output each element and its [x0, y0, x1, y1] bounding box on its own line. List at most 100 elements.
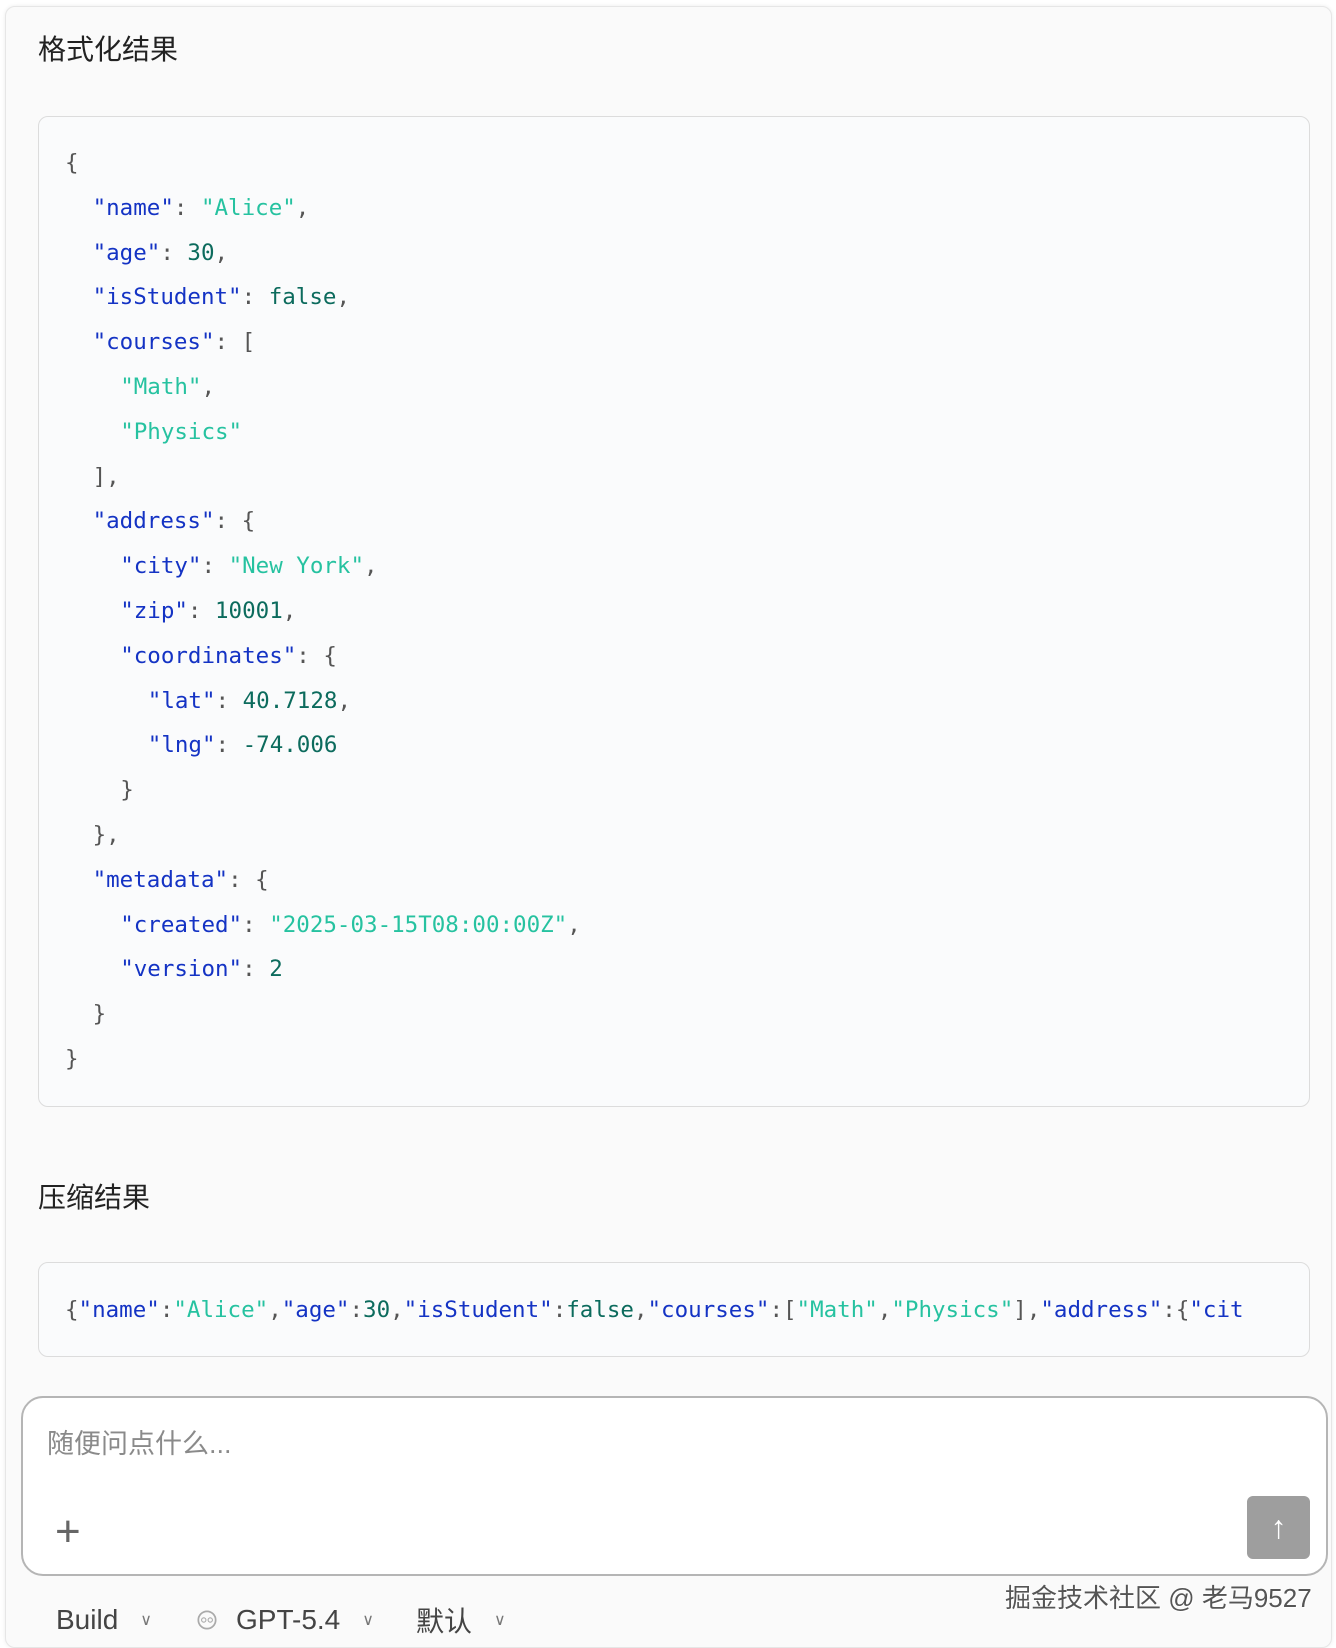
- code-line: }: [65, 1037, 1309, 1082]
- code-line: "lng": -74.006: [65, 723, 1309, 768]
- json-punctuation: :: [241, 284, 269, 311]
- model-label: GPT-5.4: [235, 1604, 341, 1635]
- compressed-json: {"name":"Alice","age":30,"isStudent":fal…: [65, 1263, 1309, 1356]
- json-punctuation: :{: [1162, 1297, 1190, 1323]
- json-punctuation: ],: [92, 463, 120, 490]
- json-value: -74.006: [242, 732, 338, 759]
- json-key: "zip": [120, 597, 188, 624]
- chevron-down-icon: ∨: [362, 1612, 374, 1629]
- composer-toolbar: Build ∨ GPT-5.4 ∨ 默认 ∨: [56, 1600, 548, 1640]
- code-line: "courses": [: [65, 320, 1309, 365]
- json-punctuation: ],: [1013, 1297, 1041, 1323]
- json-string: "Math": [120, 373, 202, 400]
- mode-label: Build: [56, 1604, 119, 1635]
- json-punctuation: }: [92, 1001, 107, 1028]
- json-value: false: [566, 1297, 634, 1323]
- chat-input-placeholder: 随便问点什么...: [47, 1429, 232, 1459]
- code-line: },: [65, 813, 1309, 858]
- json-string: "Alice": [173, 1297, 269, 1323]
- code-line: "created": "2025-03-15T08:00:00Z",: [65, 903, 1309, 948]
- json-punctuation: ,: [201, 373, 216, 400]
- code-line: "Math",: [65, 365, 1309, 410]
- json-key: "isStudent": [92, 284, 242, 311]
- code-line: "address": {: [65, 499, 1309, 544]
- json-punctuation: : [: [214, 329, 256, 356]
- json-punctuation: ,: [390, 1297, 404, 1323]
- json-punctuation: :: [160, 239, 188, 266]
- json-punctuation: ,: [214, 239, 229, 266]
- json-string: "Math": [796, 1297, 878, 1323]
- json-punctuation: ,: [364, 553, 378, 580]
- json-key: "lng": [147, 732, 216, 759]
- code-line: ],: [65, 455, 1309, 500]
- preset-label: 默认: [415, 1606, 472, 1637]
- code-line: "isStudent": false,: [65, 275, 1309, 320]
- json-key: "address": [92, 508, 215, 535]
- code-line: "name": "Alice",: [65, 186, 1309, 231]
- compressed-code-block[interactable]: {"name":"Alice","age":30,"isStudent":fal…: [38, 1262, 1310, 1357]
- formatted-json: {"name": "Alice", "age": 30, "isStudent": …: [65, 141, 1309, 1082]
- json-string: "Physics": [120, 418, 243, 445]
- json-punctuation: ,: [282, 597, 297, 624]
- json-key: "address": [1040, 1297, 1163, 1323]
- json-key: "cit: [1189, 1297, 1244, 1323]
- chevron-down-icon: ∨: [140, 1612, 152, 1629]
- json-key: "created": [120, 911, 243, 938]
- json-punctuation: : {: [228, 866, 269, 893]
- json-punctuation: ,: [337, 687, 351, 714]
- json-punctuation: ,: [633, 1297, 648, 1323]
- model-select[interactable]: GPT-5.4 ∨: [194, 1604, 374, 1636]
- json-value: false: [268, 284, 337, 311]
- json-punctuation: ,: [336, 284, 350, 311]
- watermark: 掘金技术社区 @ 老马9527: [1005, 1583, 1312, 1613]
- json-value: 30: [363, 1297, 391, 1323]
- json-punctuation: :: [201, 553, 229, 580]
- arrow-up-icon: ↑: [1270, 1509, 1287, 1545]
- json-punctuation: {: [65, 150, 79, 176]
- json-punctuation: ,: [877, 1297, 892, 1323]
- json-punctuation: : {: [296, 642, 337, 669]
- json-punctuation: :: [349, 1297, 364, 1323]
- json-string: "2025-03-15T08:00:00Z": [269, 911, 568, 938]
- json-key: "version": [120, 956, 243, 983]
- json-punctuation: :: [242, 956, 270, 983]
- code-line: "coordinates": {: [65, 634, 1309, 679]
- json-punctuation: :: [215, 732, 243, 759]
- formatted-title: 格式化结果: [38, 34, 179, 65]
- code-line: "lat": 40.7128,: [65, 679, 1309, 724]
- json-punctuation: :: [552, 1297, 567, 1323]
- json-punctuation: :: [187, 597, 216, 624]
- send-button[interactable]: ↑: [1247, 1496, 1310, 1559]
- code-line: }: [65, 768, 1309, 813]
- json-punctuation: }: [120, 777, 134, 804]
- json-punctuation: :[: [769, 1297, 797, 1323]
- json-punctuation: :: [242, 911, 270, 938]
- json-punctuation: :: [159, 1297, 174, 1323]
- json-key: "courses": [92, 329, 215, 356]
- json-key: "isStudent": [403, 1297, 553, 1323]
- json-value: 2: [269, 956, 283, 983]
- code-line: "metadata": {: [65, 858, 1309, 903]
- code-line: "city": "New York",: [65, 544, 1309, 589]
- json-punctuation: ,: [567, 911, 581, 938]
- json-key: "age": [281, 1297, 350, 1323]
- json-value: 10001: [215, 597, 283, 624]
- mode-select[interactable]: Build ∨: [56, 1604, 152, 1636]
- code-line: "zip": 10001,: [65, 589, 1309, 634]
- code-line: "version": 2: [65, 947, 1309, 992]
- json-string: "Physics": [891, 1297, 1014, 1323]
- json-value: 40.7128: [242, 687, 338, 714]
- compressed-title: 压缩结果: [38, 1182, 151, 1213]
- json-punctuation: ,: [295, 194, 310, 221]
- json-key: "age": [92, 239, 161, 266]
- plus-icon[interactable]: +: [55, 1510, 81, 1554]
- preset-select[interactable]: 默认 ∨: [416, 1600, 506, 1640]
- json-punctuation: :: [215, 687, 243, 714]
- code-line: "Physics": [65, 410, 1309, 455]
- json-key: "name": [78, 1297, 160, 1323]
- json-key: "metadata": [92, 866, 229, 893]
- chat-input[interactable]: 随便问点什么... + ↑: [21, 1396, 1328, 1576]
- json-value: 30: [187, 239, 215, 266]
- json-punctuation: }: [65, 1045, 79, 1072]
- json-punctuation: {: [65, 1297, 79, 1323]
